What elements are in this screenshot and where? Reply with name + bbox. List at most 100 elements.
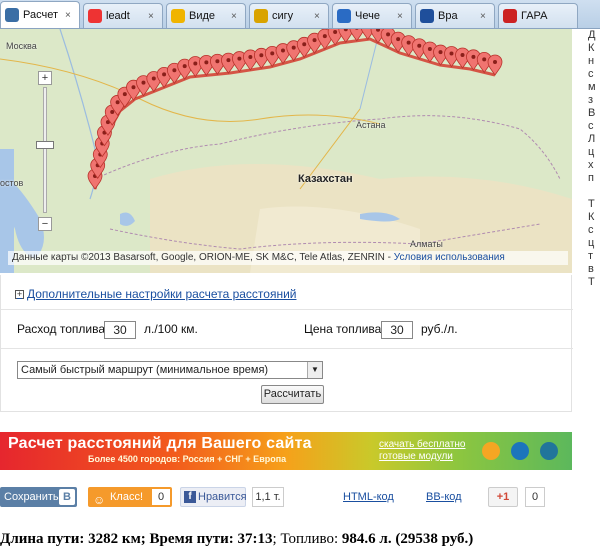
map-marker-dot <box>302 42 307 47</box>
map-marker-dot <box>131 85 136 90</box>
map-marker-dot <box>386 32 391 37</box>
html-code-link[interactable]: HTML-код <box>343 487 394 507</box>
vk-share-label: Сохранить <box>4 491 59 503</box>
tab-title: Вра <box>438 10 458 22</box>
google-plus-count: 0 <box>525 487 545 507</box>
fuel-value: 984.6 л. <box>341 531 392 547</box>
odnoklassniki-button[interactable]: ☺ Класс! 0 <box>88 487 172 507</box>
length-value: 3282 км <box>88 531 141 547</box>
map-marker-dot <box>215 59 220 64</box>
map-marker-dot <box>493 60 497 64</box>
browser-tab[interactable]: Расчет × <box>0 1 80 28</box>
terms-of-use-link[interactable]: Условия использования <box>394 252 505 263</box>
tab-title: leadt <box>106 10 130 22</box>
banner-title: Расчет расстояний для Вашего сайта <box>8 435 312 452</box>
map-marker-dot <box>280 48 285 53</box>
facebook-logo-icon: f <box>184 491 196 503</box>
map-marker-dot <box>449 51 454 56</box>
zoom-out-button[interactable]: − <box>38 217 52 231</box>
google-plus-button[interactable]: +1 <box>488 487 518 507</box>
dropdown-arrow-icon[interactable]: ▼ <box>307 362 322 378</box>
fuel-price-unit: руб./л. <box>421 322 458 336</box>
video-icon <box>171 9 185 23</box>
close-tab-icon[interactable]: × <box>314 11 324 22</box>
zoom-slider-handle[interactable] <box>36 141 54 149</box>
map-marker-dot <box>204 60 209 65</box>
tab-title: ГАРА <box>521 10 548 22</box>
wordpress-icon <box>540 442 558 460</box>
route-type-value: Самый быстрый маршрут (минимальное время… <box>21 364 269 376</box>
map-marker-dot <box>115 100 120 105</box>
map-marker-dot <box>291 45 296 50</box>
expand-plus-icon[interactable]: + <box>15 289 24 299</box>
route-summary: Длина пути: 3282 км; Время пути: 37:13; … <box>0 531 473 548</box>
facebook-like-label: Нравится <box>198 491 247 503</box>
browser-tab[interactable]: Вра × <box>415 3 495 28</box>
map-marker-dot <box>226 58 231 63</box>
facebook-like-button[interactable]: f Нравится <box>180 487 247 507</box>
fuel-label: ; Топливо: <box>272 531 342 547</box>
tab-title: Виде <box>189 10 216 22</box>
map-marker-dot <box>482 57 487 62</box>
map-marker-dot <box>406 40 411 45</box>
map-marker-dot <box>141 80 146 85</box>
odnoklassniki-logo-icon: ☺ <box>93 493 106 507</box>
route-map[interactable]: + − Москва остов Казахстан Астана Алматы <box>0 29 572 273</box>
banner-modules-link[interactable]: готовые модули <box>379 451 453 462</box>
vk-share-button[interactable]: Сохранить В <box>0 487 77 507</box>
promo-banner[interactable]: Расчет расстояний для Вашего сайта Более… <box>0 432 572 470</box>
map-marker-dot <box>193 61 198 66</box>
attribution-text: Данные карты ©2013 Basarsoft, Google, OR… <box>12 252 394 263</box>
browser-tab[interactable]: Виде × <box>166 3 246 28</box>
right-column-text: Д К н с м з В с Л ц х п Т К с ц т в Т <box>588 29 596 288</box>
yandex-icon <box>88 9 102 23</box>
close-tab-icon[interactable]: × <box>397 11 407 22</box>
map-marker-dot <box>427 46 432 51</box>
map-label-moscow: Москва <box>6 41 37 51</box>
map-marker-dot <box>172 68 177 73</box>
fuel-consumption-input[interactable]: 30 <box>104 321 136 339</box>
doc-icon <box>254 9 268 23</box>
fuel-consumption-unit: л./100 км. <box>144 322 198 336</box>
advanced-settings-link[interactable]: + Дополнительные настройки расчета расст… <box>15 287 296 301</box>
zoom-in-button[interactable]: + <box>38 71 52 85</box>
zoom-slider-track[interactable] <box>43 87 47 213</box>
banner-subtitle: Более 4500 городов: Россия + СНГ + Европ… <box>88 454 287 464</box>
settings-panel: + Дополнительные настройки расчета расст… <box>0 275 573 412</box>
close-tab-icon[interactable]: × <box>148 11 158 22</box>
map-label-astana: Астана <box>356 120 386 130</box>
advanced-settings-label[interactable]: Дополнительные настройки расчета расстоя… <box>27 287 296 301</box>
banner-download-link[interactable]: скачать бесплатно <box>379 439 466 450</box>
tab-title: Чече <box>355 10 380 22</box>
divider <box>1 348 573 349</box>
map-marker-dot <box>151 76 156 81</box>
close-tab-icon[interactable]: × <box>480 11 490 22</box>
sphere-icon <box>5 8 19 22</box>
browser-tab[interactable]: leadt × <box>83 3 163 28</box>
time-label: ; Время пути: <box>140 531 238 547</box>
close-tab-icon[interactable]: × <box>65 10 75 21</box>
fuel-consumption-label: Расход топлива <box>17 322 106 336</box>
length-label: Длина пути: <box>0 531 89 547</box>
calculate-button[interactable]: Рассчитать <box>261 385 324 404</box>
flag-icon <box>503 9 517 23</box>
page-icon <box>337 9 351 23</box>
fuel-price-input[interactable]: 30 <box>381 321 413 339</box>
route-type-select[interactable]: Самый быстрый маршрут (минимальное время… <box>17 361 323 379</box>
map-marker-dot <box>237 56 242 61</box>
map-marker-dot <box>438 50 443 55</box>
browser-tab[interactable]: сигу × <box>249 3 329 28</box>
browser-tab[interactable]: Чече × <box>332 3 412 28</box>
odnoklassniki-count: 0 <box>152 489 170 505</box>
drupal-icon <box>511 442 529 460</box>
close-tab-icon[interactable]: × <box>231 11 241 22</box>
tab-title: Расчет <box>23 9 58 21</box>
globe-icon <box>420 9 434 23</box>
map-marker-dot <box>471 54 476 59</box>
fuel-price-label: Цена топлива <box>304 322 382 336</box>
time-value: 37:13 <box>237 531 273 547</box>
map-marker-dot <box>270 51 275 56</box>
map-marker-dot <box>182 64 187 69</box>
bb-code-link[interactable]: ВВ-код <box>426 487 462 507</box>
browser-tab[interactable]: ГАРА <box>498 3 578 28</box>
